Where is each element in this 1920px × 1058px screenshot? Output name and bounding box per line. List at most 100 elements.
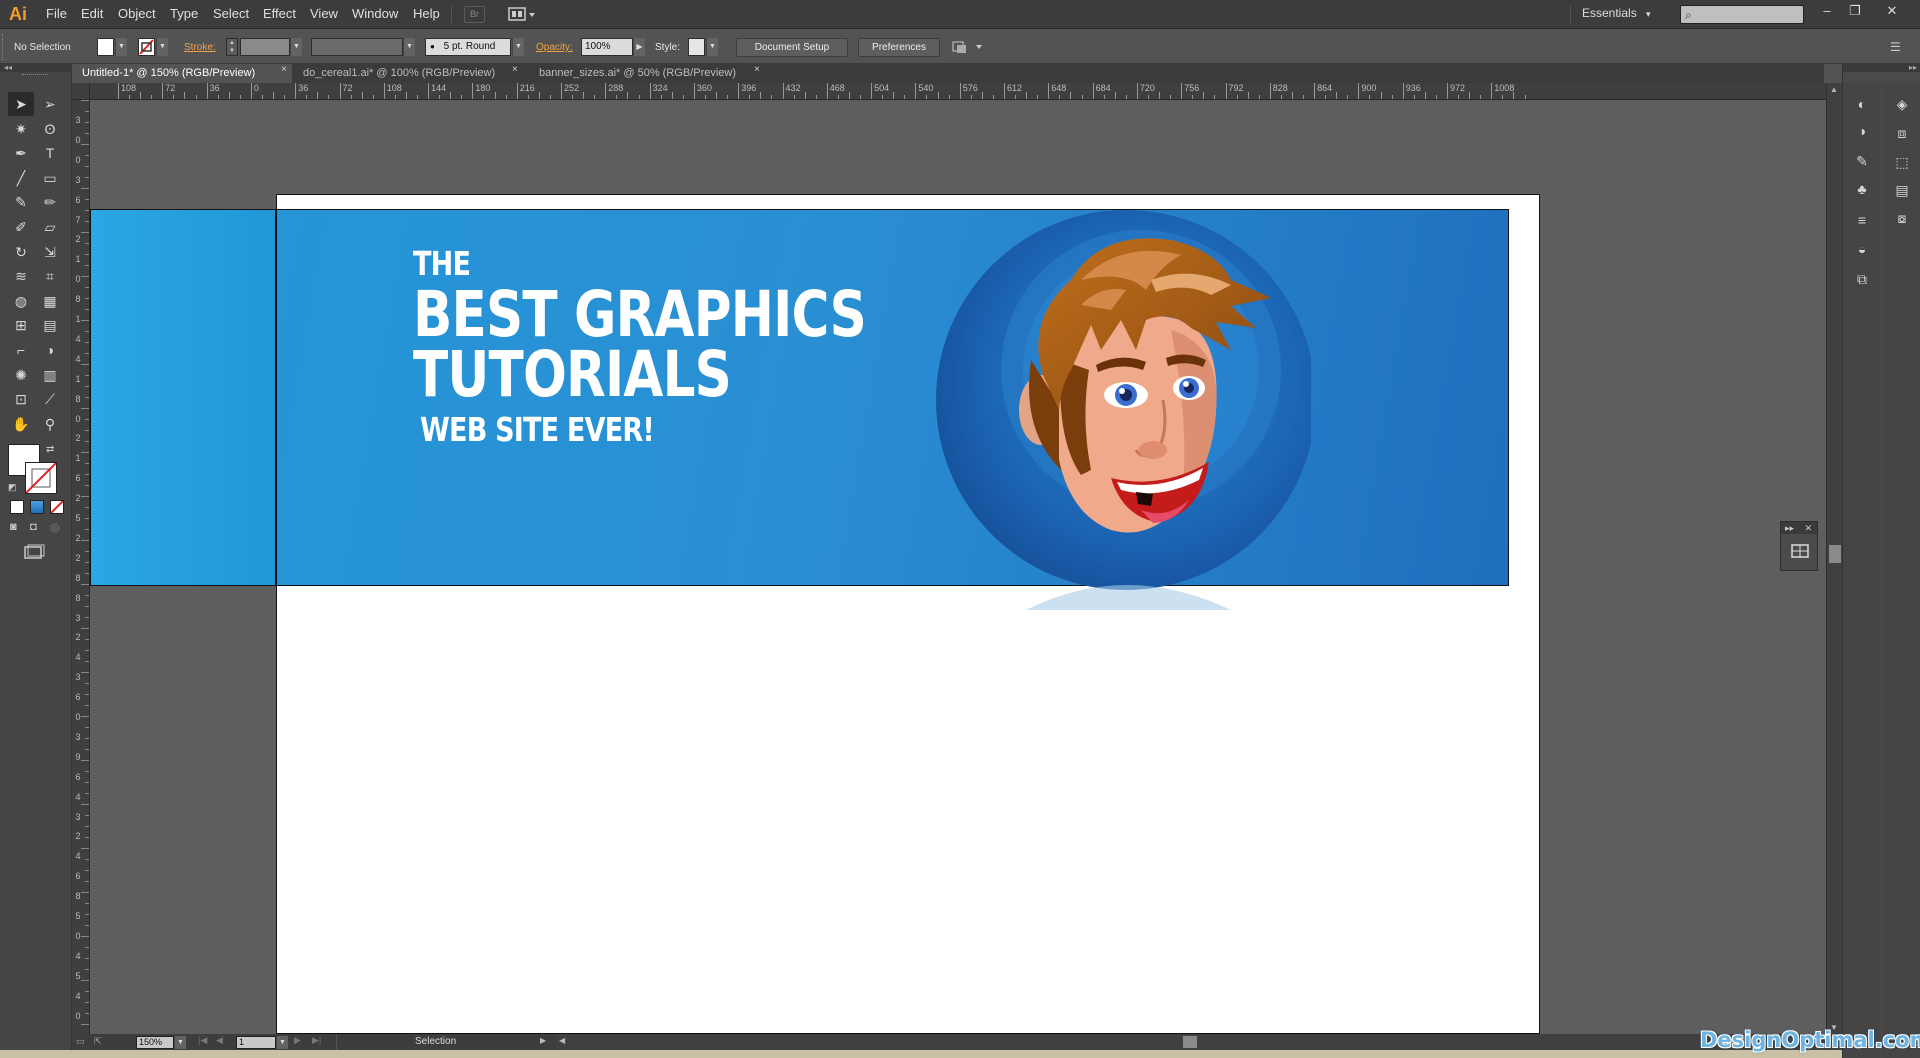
scroll-up-icon[interactable]: ▲ [1830,85,1838,94]
graphic-style-swatch[interactable] [688,38,705,56]
type-tool-icon[interactable]: T [37,141,63,165]
menu-edit[interactable]: Edit [81,6,103,23]
perspective-grid-tool-icon[interactable]: ▦ [37,289,63,313]
color-guide-panel-icon[interactable]: ◐ [1849,92,1875,116]
stroke-panel-icon[interactable]: ≡ [1849,208,1875,232]
mesh-tool-icon[interactable]: ⊞ [8,313,34,337]
color-mode-icon[interactable] [10,500,24,514]
brushes-panel-icon[interactable]: ✎ [1849,149,1875,173]
column-graph-tool-icon[interactable]: ▥ [37,363,63,387]
document-setup-button[interactable]: Document Setup [736,38,848,57]
paintbrush-tool-icon[interactable]: ✎ [8,190,34,214]
arrange-documents-button[interactable] [508,6,536,23]
pen-tool-icon[interactable]: ✒ [8,141,34,165]
menu-file[interactable]: File [46,6,67,23]
close-tab-icon[interactable]: × [754,64,760,75]
fill-dropdown[interactable]: ▼ [115,38,127,56]
blend-tool-icon[interactable]: ◑ [37,338,63,362]
artboard-dropdown[interactable]: ▼ [276,1036,288,1049]
status-menu-icon[interactable]: ▶ [540,1036,546,1045]
banner-artwork[interactable]: THE BEST GRAPHICS TUTORIALS WEB SITE EVE… [276,209,1509,610]
rectangle-tool-icon[interactable]: ▭ [37,166,63,190]
fill-swatch[interactable] [97,38,114,56]
opacity-label[interactable]: Opacity: [536,42,573,53]
stroke-swatch[interactable] [138,38,155,56]
artboards-panel-icon[interactable]: ⧉ [1849,267,1875,291]
opacity-flyout[interactable]: ▶ [633,38,645,56]
first-artboard-icon[interactable]: |◀ [198,1035,207,1046]
tools-panel-grip[interactable] [22,74,48,77]
horizontal-scroll-thumb[interactable] [1183,1036,1197,1048]
swap-fill-stroke-icon[interactable]: ⇄ [46,444,58,456]
vertical-scrollbar[interactable]: ▲ ▼ [1826,83,1842,1034]
rotate-tool-icon[interactable]: ↻ [8,240,34,264]
menu-type[interactable]: Type [170,6,198,23]
variable-width-profile[interactable] [311,38,403,56]
zoom-dropdown[interactable]: ▼ [174,1036,186,1049]
direct-selection-tool-icon[interactable]: ➢ [37,92,63,116]
scroll-left-icon[interactable]: ◀ [559,1036,565,1045]
arrange-options-button[interactable] [952,39,986,56]
tools-panel-header[interactable]: ◂◂ [0,64,72,72]
stroke-dropdown[interactable]: ▼ [156,38,168,56]
layers-panel-icon[interactable]: ◈ [1889,92,1915,116]
close-panel-icon[interactable]: ✕ [1805,523,1813,533]
last-artboard-icon[interactable]: ▶| [312,1035,321,1046]
close-tab-icon[interactable]: × [512,64,518,75]
artboard-number-input[interactable]: 1 [236,1036,276,1049]
opacity-input[interactable]: 100% [581,38,633,56]
line-segment-tool-icon[interactable]: ╱ [8,166,34,190]
next-artboard-icon[interactable]: ▶ [294,1035,301,1046]
symbol-sprayer-tool-icon[interactable]: ✺ [8,363,34,387]
close-tab-icon[interactable]: × [281,64,287,75]
previous-artboard-icon[interactable]: ◀ [216,1035,223,1046]
tab-banner-sizes[interactable]: banner_sizes.ai* @ 50% (RGB/Preview) [529,64,779,83]
warp-tool-icon[interactable]: ≋ [8,264,34,288]
preferences-button[interactable]: Preferences [858,38,940,57]
blob-brush-tool-icon[interactable]: ✐ [8,215,34,239]
selection-tool-icon[interactable]: ➤ [8,92,34,116]
tab-do-cereal1[interactable]: do_cereal1.ai* @ 100% (RGB/Preview) [293,64,541,83]
eyedropper-tool-icon[interactable]: ⌐ [8,338,34,362]
draw-normal-icon[interactable]: ◙ [10,521,24,535]
restore-button[interactable]: ❐ [1843,1,1867,21]
gradient-mode-icon[interactable] [30,500,44,514]
stroke-weight-dropdown[interactable]: ▼ [290,38,302,56]
color-panel-icon[interactable]: ◑ [1849,119,1875,143]
variable-width-dropdown[interactable]: ▼ [403,38,415,56]
go-to-bridge-button[interactable]: Br [464,6,485,23]
transparency-panel-icon[interactable]: ◒ [1849,237,1875,261]
none-mode-icon[interactable] [50,500,64,514]
control-bar-grip[interactable] [2,34,5,60]
dock-collapse-icon[interactable]: ▸▸ [1843,64,1920,72]
floating-panel-header[interactable]: ▸▸ ✕ [1781,522,1817,534]
shape-builder-tool-icon[interactable]: ◍ [8,289,34,313]
menu-select[interactable]: Select [213,6,249,23]
draw-behind-icon[interactable]: ◘ [30,521,44,535]
eraser-tool-icon[interactable]: ▱ [37,215,63,239]
zoom-level-input[interactable]: 150% [136,1036,174,1049]
change-screen-mode-button[interactable] [22,544,46,562]
stroke-weight-stepper[interactable]: ▲ ▼ [226,38,238,56]
current-tool-status[interactable]: Selection [415,1036,456,1047]
magic-wand-tool-icon[interactable]: ✷ [8,117,34,141]
draw-inside-icon[interactable]: ◎ [50,521,64,535]
slice-tool-icon[interactable]: ⟋ [37,387,63,411]
horizontal-scrollbar[interactable]: ◀ [555,1034,1842,1050]
artboard-tool-icon[interactable]: ⊡ [8,387,34,411]
pathfinder-panel-icon[interactable]: ⧈ [1889,121,1915,145]
align-panel-icon[interactable]: ▤ [1889,178,1915,202]
stroke-color-box[interactable] [25,462,57,494]
open-in-bridge-icon[interactable]: ⇱ [94,1036,108,1048]
scale-tool-icon[interactable]: ⇲ [37,240,63,264]
ruler-origin[interactable] [72,83,90,100]
brush-definition[interactable]: ● 5 pt. Round [425,38,511,56]
tab-untitled-1[interactable]: Untitled-1* @ 150% (RGB/Preview) [72,64,292,83]
zoom-tool-icon[interactable]: ⚲ [37,412,63,436]
default-fill-stroke-icon[interactable]: ◩ [8,482,18,492]
gradient-tool-icon[interactable]: ▤ [37,313,63,337]
floating-panel[interactable]: ▸▸ ✕ [1780,521,1818,571]
pencil-tool-icon[interactable]: ✏ [37,190,63,214]
free-transform-tool-icon[interactable]: ⌗ [37,264,63,288]
vertical-ruler[interactable]: 3003672108144180216252288324360396432468… [72,100,90,1034]
